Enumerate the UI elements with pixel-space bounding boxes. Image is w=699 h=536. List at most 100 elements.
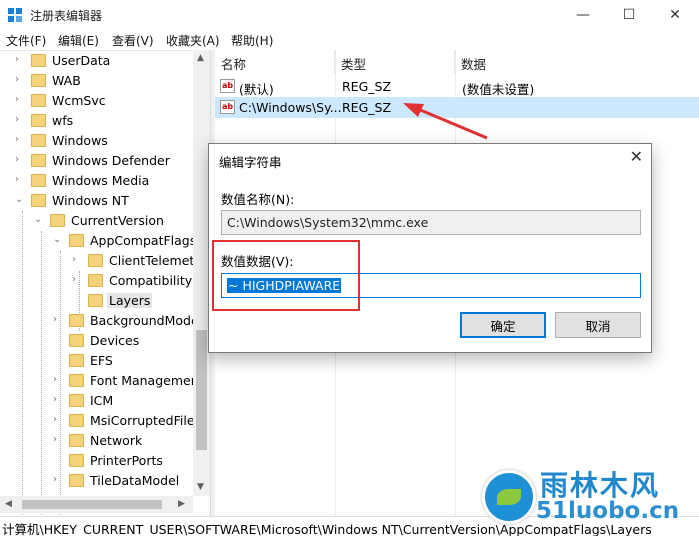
- tree-item-layers[interactable]: Layers: [0, 291, 210, 311]
- tree-item-label: MsiCorruptedFile: [90, 413, 195, 428]
- expand-chevron-icon[interactable]: ›: [53, 394, 57, 405]
- watermark-url: 51luobo.cn: [536, 498, 680, 524]
- value-name-field: C:\Windows\System32\mmc.exe: [221, 210, 641, 235]
- maximize-button[interactable]: ☐: [606, 0, 652, 30]
- menu-file[interactable]: 文件(F): [6, 32, 46, 49]
- folder-open-icon: [31, 194, 46, 207]
- folder-icon: [31, 134, 46, 147]
- tree-item-label: Windows Media: [52, 173, 150, 188]
- expand-chevron-icon[interactable]: ›: [15, 94, 19, 105]
- tree-horizontal-scrollbar[interactable]: ◀ ▶: [0, 496, 193, 513]
- string-value-icon: ab: [220, 100, 235, 114]
- folder-icon: [31, 54, 46, 67]
- menu-view[interactable]: 查看(V): [112, 32, 154, 49]
- tree-item-msicorruptedfiles[interactable]: › MsiCorruptedFile: [0, 411, 210, 431]
- column-header-data[interactable]: 数据: [455, 50, 699, 74]
- scrollbar-thumb[interactable]: [22, 500, 162, 509]
- scroll-up-arrow-icon[interactable]: ▲: [197, 53, 204, 63]
- value-row-selected[interactable]: ab C:\Windows\Sy... REG_SZ: [215, 97, 699, 118]
- folder-icon: [69, 434, 84, 447]
- expand-chevron-icon[interactable]: ›: [15, 54, 19, 65]
- column-header-name[interactable]: 名称: [215, 50, 335, 74]
- tree-item-clienttelemetry[interactable]: › ClientTelemetr: [0, 251, 210, 271]
- folder-icon: [31, 154, 46, 167]
- minimize-button[interactable]: —: [560, 0, 606, 30]
- scrollbar-thumb[interactable]: [196, 330, 207, 450]
- dialog-title: 编辑字符串: [219, 155, 282, 170]
- value-type: REG_SZ: [342, 100, 392, 115]
- folder-icon: [69, 314, 84, 327]
- tree-item-windows-media[interactable]: › Windows Media: [0, 171, 210, 191]
- collapse-chevron-icon[interactable]: ⌄: [34, 214, 42, 225]
- tree-item-network[interactable]: › Network: [0, 431, 210, 451]
- column-header-type[interactable]: 类型: [335, 50, 455, 74]
- tree-item-label: AppCompatFlags: [90, 233, 197, 248]
- tree-item-wfs[interactable]: › wfs: [0, 111, 210, 131]
- tree-item-windows-defender[interactable]: › Windows Defender: [0, 151, 210, 171]
- folder-icon: [69, 394, 84, 407]
- ok-button[interactable]: 确定: [460, 312, 546, 338]
- value-data: (数值未设置): [462, 82, 535, 97]
- expand-chevron-icon[interactable]: ›: [53, 374, 57, 385]
- expand-chevron-icon[interactable]: ›: [15, 174, 19, 185]
- expand-chevron-icon[interactable]: ›: [53, 314, 57, 325]
- scroll-right-arrow-icon[interactable]: ▶: [178, 499, 185, 509]
- menu-edit[interactable]: 编辑(E): [58, 32, 99, 49]
- expand-chevron-icon[interactable]: ›: [15, 154, 19, 165]
- expand-chevron-icon[interactable]: ›: [72, 254, 76, 265]
- expand-chevron-icon[interactable]: ›: [15, 134, 19, 145]
- tree-item-font-management[interactable]: › Font Management: [0, 371, 210, 391]
- tree-item-label: wfs: [52, 113, 74, 128]
- tree-item-label: CurrentVersion: [71, 213, 164, 228]
- scroll-down-arrow-icon[interactable]: ▼: [197, 482, 204, 492]
- tree-item-currentversion[interactable]: ⌄ CurrentVersion: [0, 211, 210, 231]
- dialog-close-icon[interactable]: ✕: [630, 147, 643, 166]
- tree-item-wab[interactable]: › WAB: [0, 71, 210, 91]
- close-button[interactable]: ✕: [652, 0, 698, 30]
- tree-item-label: Windows Defender: [52, 153, 170, 168]
- tree-item-efs[interactable]: EFS: [0, 351, 210, 371]
- tree-item-label: UserData: [52, 53, 111, 68]
- expand-chevron-icon[interactable]: ›: [72, 274, 76, 285]
- tree-item-backgroundmodel[interactable]: › BackgroundMode: [0, 311, 210, 331]
- expand-chevron-icon[interactable]: ›: [53, 474, 57, 485]
- menu-favorites[interactable]: 收藏夹(A): [166, 32, 220, 49]
- menu-help[interactable]: 帮助(H): [231, 32, 273, 49]
- tree-item-windows[interactable]: › Windows: [0, 131, 210, 151]
- regedit-app-icon: [8, 8, 23, 23]
- tree-item-wcmsvc[interactable]: › WcmSvc: [0, 91, 210, 111]
- registry-tree[interactable]: › UserData › WAB › WcmSvc › wfs › Window…: [0, 50, 210, 516]
- cancel-button[interactable]: 取消: [555, 312, 641, 338]
- tree-item-icm[interactable]: › ICM: [0, 391, 210, 411]
- tree-item-printerports[interactable]: PrinterPorts: [0, 451, 210, 471]
- expand-chevron-icon[interactable]: ›: [15, 114, 19, 125]
- expand-chevron-icon[interactable]: ›: [15, 74, 19, 85]
- tree-item-label: Devices: [90, 333, 140, 348]
- value-type: REG_SZ: [342, 79, 392, 94]
- value-row[interactable]: ab (默认) REG_SZ (数值未设置): [215, 76, 699, 97]
- tree-item-compatibility-assistant[interactable]: › Compatibility A: [0, 271, 210, 291]
- menu-bar: 文件(F) 编辑(E) 查看(V) 收藏夹(A) 帮助(H): [0, 30, 699, 50]
- folder-icon: [69, 354, 84, 367]
- tree-item-tiledatamodel[interactable]: › TileDataModel: [0, 471, 210, 491]
- folder-icon: [31, 94, 46, 107]
- tree-item-windows-nt[interactable]: ⌄ Windows NT: [0, 191, 210, 211]
- folder-icon: [31, 74, 46, 87]
- expand-chevron-icon[interactable]: ›: [53, 414, 57, 425]
- folder-open-icon: [69, 234, 84, 247]
- value-name: C:\Windows\Sy...: [239, 100, 342, 115]
- tree-item-appcompatflags[interactable]: ⌄ AppCompatFlags: [0, 231, 210, 251]
- expand-chevron-icon[interactable]: ›: [53, 434, 57, 445]
- folder-icon: [69, 454, 84, 467]
- folder-icon: [69, 414, 84, 427]
- window-title: 注册表编辑器: [30, 9, 103, 23]
- collapse-chevron-icon[interactable]: ⌄: [53, 234, 61, 245]
- tree-item-label: PrinterPorts: [90, 453, 163, 468]
- collapse-chevron-icon[interactable]: ⌄: [15, 194, 23, 205]
- tree-item-devices[interactable]: Devices: [0, 331, 210, 351]
- value-name: (默认): [239, 82, 274, 97]
- string-value-icon: ab: [220, 79, 235, 93]
- folder-icon: [88, 274, 103, 287]
- tree-item-userdata[interactable]: › UserData: [0, 51, 210, 71]
- scroll-left-arrow-icon[interactable]: ◀: [5, 499, 12, 509]
